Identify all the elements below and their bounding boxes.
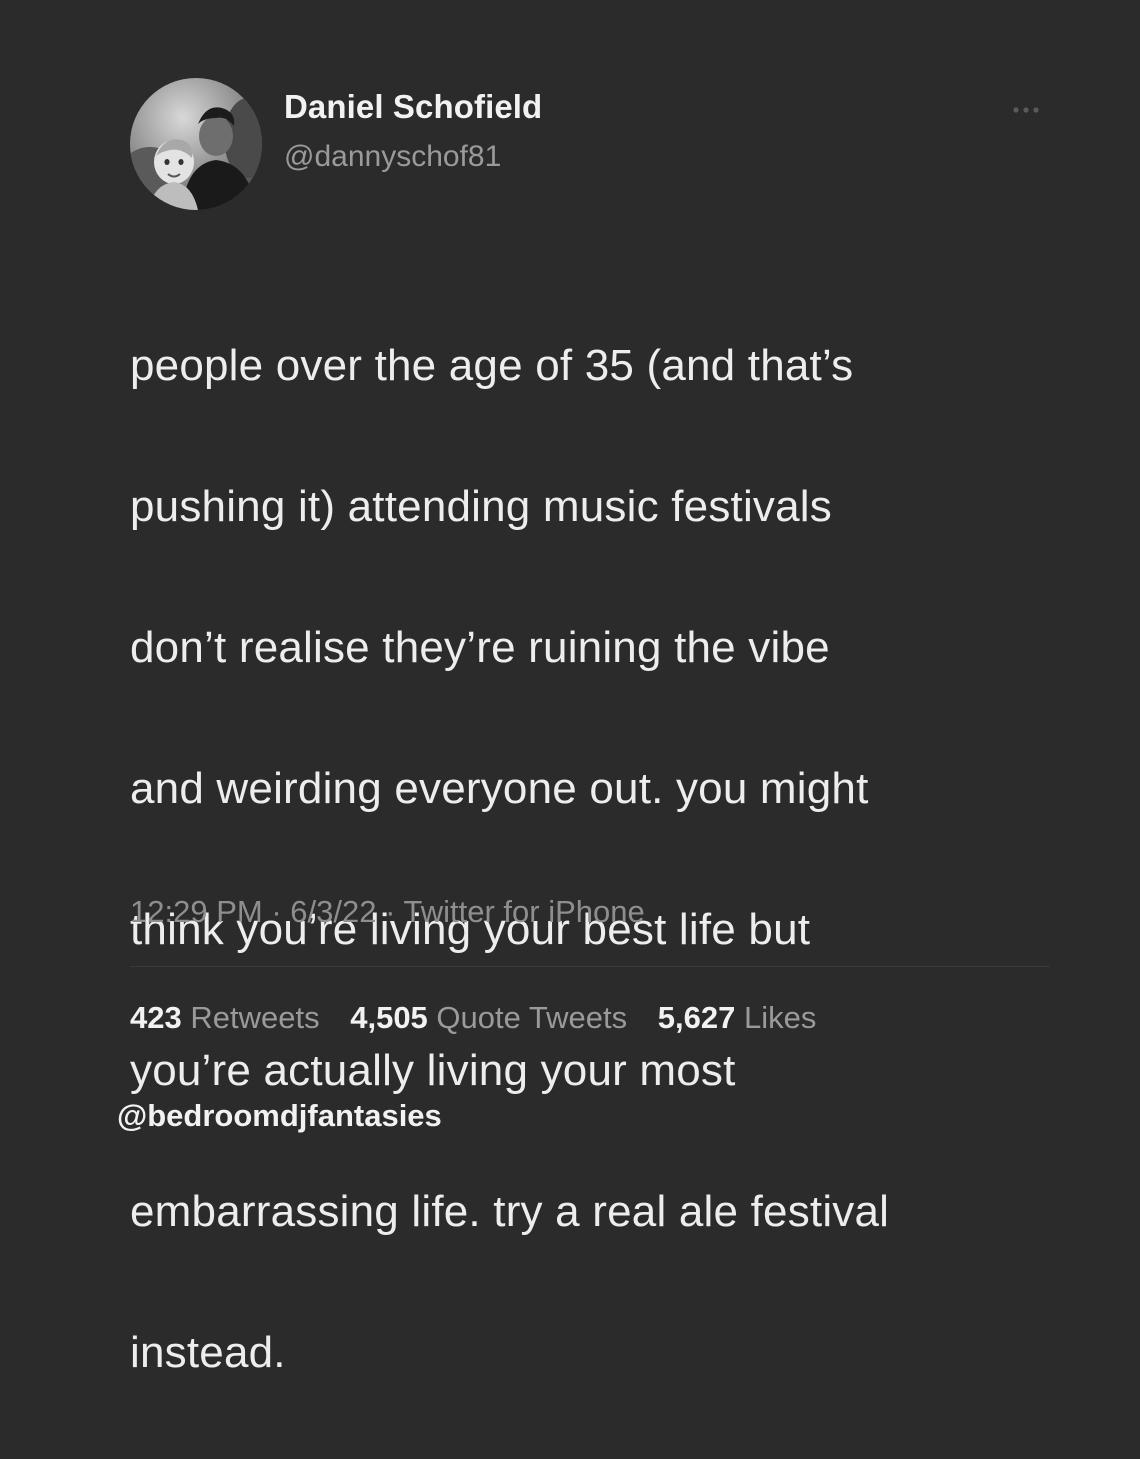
tweet-card: Daniel Schofield @dannyschof81 people ov… xyxy=(0,0,1140,1377)
meta-separator: · xyxy=(385,894,396,929)
meta-separator: · xyxy=(271,894,282,929)
tweet-text-line: you’re actually living your most xyxy=(130,1045,736,1095)
author-handle[interactable]: @dannyschof81 xyxy=(284,140,501,174)
quote-tweets-label: Quote Tweets xyxy=(436,1000,628,1035)
watermark-handle: @bedroomdjfantasies xyxy=(117,1098,442,1133)
tweet-text-line: people over the age of 35 (and that’s xyxy=(130,340,854,390)
tweet-text-line: don’t realise they’re ruining the vibe xyxy=(130,622,830,672)
tweet-time[interactable]: 12:29 PM xyxy=(130,894,263,929)
tweet-date[interactable]: 6/3/22 xyxy=(290,894,376,929)
likes-count: 5,627 xyxy=(657,1000,736,1035)
tweet-meta: 12:29 PM · 6/3/22 · Twitter for iPhone xyxy=(130,894,645,930)
author-display-name[interactable]: Daniel Schofield xyxy=(284,88,542,126)
tweet-text-line: pushing it) attending music festivals xyxy=(130,481,832,531)
tweet-text-line: embarrassing life. try a real ale festiv… xyxy=(130,1186,890,1236)
more-options-icon[interactable] xyxy=(1006,100,1046,120)
quote-tweets-count: 4,505 xyxy=(350,1000,428,1035)
likes-label: Likes xyxy=(743,1000,817,1035)
tweet-text: people over the age of 35 (and that’s pu… xyxy=(130,260,1060,1459)
tweet-stats: 423 Retweets 4,505 Quote Tweets 5,627 Li… xyxy=(130,1000,838,1036)
retweets-count: 423 xyxy=(130,1000,182,1035)
profile-photo-icon xyxy=(130,78,262,210)
avatar[interactable] xyxy=(130,78,262,210)
divider xyxy=(130,966,1050,967)
retweets-label: Retweets xyxy=(190,1000,320,1035)
tweet-text-line: and weirding everyone out. you might xyxy=(130,763,869,813)
tweet-source[interactable]: Twitter for iPhone xyxy=(404,894,645,929)
quote-tweets-stat[interactable]: 4,505 Quote Tweets xyxy=(350,1000,627,1036)
likes-stat[interactable]: 5,627 Likes xyxy=(658,1000,817,1036)
retweets-stat[interactable]: 423 Retweets xyxy=(130,1000,320,1036)
tweet-text-line: instead. xyxy=(130,1327,286,1377)
